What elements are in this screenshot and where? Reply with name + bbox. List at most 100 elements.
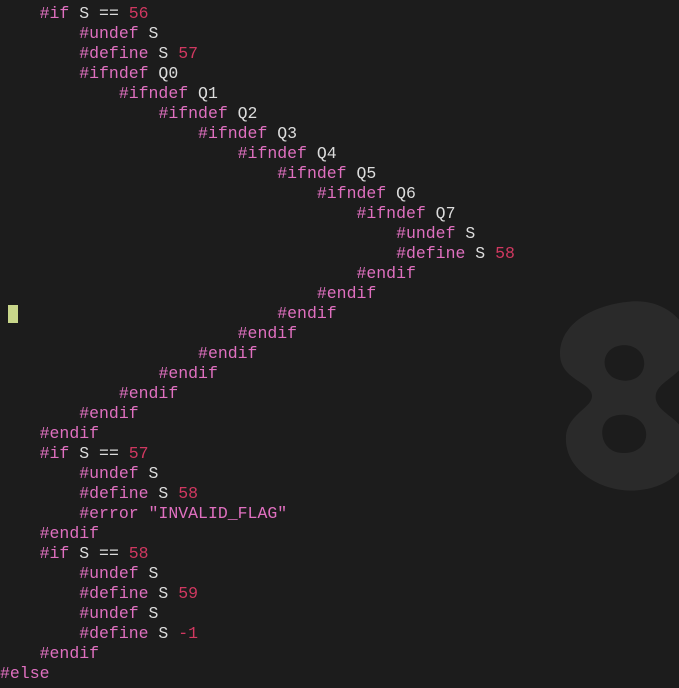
code-token-directive: #ifndef — [198, 124, 268, 143]
code-line[interactable]: #ifndef Q2 — [0, 104, 515, 124]
code-token-ident: Q1 — [188, 84, 218, 103]
code-token-ident: S — [138, 464, 159, 483]
code-token-directive: #if — [39, 4, 70, 23]
code-editor[interactable]: #if S == 56 #undef S #define S 57 #ifnde… — [0, 0, 679, 688]
code-line[interactable]: #if S == 58 — [0, 544, 515, 564]
code-token-num: 57 — [168, 44, 199, 63]
code-token-directive: #undef — [396, 224, 456, 243]
code-token-directive: #endif — [39, 524, 100, 543]
code-token-directive: #undef — [79, 604, 139, 623]
code-token-ident: S — [455, 224, 476, 243]
code-line[interactable]: #if S == 57 — [0, 444, 515, 464]
code-token-directive: #ifndef — [118, 84, 189, 103]
code-line[interactable]: #define S -1 — [0, 624, 515, 644]
code-line[interactable]: #ifndef Q7 — [0, 204, 515, 224]
code-token-directive: #endif — [158, 364, 218, 383]
code-token-directive: #if — [39, 544, 70, 563]
code-token-directive: #define — [79, 624, 149, 643]
code-line[interactable]: #ifndef Q1 — [0, 84, 515, 104]
code-line[interactable]: #define S 57 — [0, 44, 515, 64]
code-token-ident: S — [465, 244, 486, 263]
code-line[interactable]: #define S 59 — [0, 584, 515, 604]
code-token-ident: S — [69, 444, 100, 463]
code-token-ident: S — [138, 24, 159, 43]
code-line[interactable]: #endif — [0, 344, 515, 364]
code-line[interactable]: #endif — [0, 644, 515, 664]
code-token-ident: Q2 — [227, 104, 258, 123]
code-text-area[interactable]: #if S == 56 #undef S #define S 57 #ifnde… — [0, 4, 515, 684]
code-token-directive: #endif — [277, 304, 337, 323]
code-line[interactable]: #define S 58 — [0, 484, 515, 504]
code-token-ident: S — [148, 484, 169, 503]
code-token-directive: #undef — [79, 564, 139, 583]
code-line[interactable]: #ifndef Q5 — [0, 164, 515, 184]
code-token-directive: #endif — [39, 424, 100, 443]
code-token-directive: #endif — [39, 644, 100, 663]
code-line[interactable]: #undef S — [0, 464, 515, 484]
code-token-directive: #else — [0, 664, 50, 683]
code-line[interactable]: #ifndef Q6 — [0, 184, 515, 204]
code-line[interactable]: #undef S — [0, 24, 515, 44]
code-line[interactable]: #ifndef Q4 — [0, 144, 515, 164]
code-line[interactable]: #endif — [0, 284, 515, 304]
code-token-ident: Q5 — [346, 164, 377, 183]
code-line[interactable]: #define S 58 — [0, 244, 515, 264]
code-token-directive: #endif — [237, 324, 298, 343]
code-token-num: 57 — [118, 444, 149, 463]
code-token-ident: S — [138, 604, 159, 623]
code-token-ident: S — [148, 44, 169, 63]
code-token-directive: #endif — [356, 264, 416, 283]
code-line[interactable]: #else — [0, 664, 515, 684]
code-line[interactable]: #endif — [0, 424, 515, 444]
code-token-op: == — [99, 544, 119, 563]
code-line[interactable]: #endif — [0, 384, 515, 404]
code-token-num: -1 — [168, 624, 199, 643]
code-token-ident: Q0 — [148, 64, 179, 83]
code-token-ident: S — [69, 544, 100, 563]
logo-watermark-icon — [560, 301, 679, 491]
code-line[interactable]: #error "INVALID_FLAG" — [0, 504, 515, 524]
code-token-directive: #endif — [79, 404, 139, 423]
code-token-ident: S — [148, 624, 169, 643]
code-token-ident: Q3 — [267, 124, 298, 143]
code-token-directive: #define — [396, 244, 466, 263]
code-token-directive: #endif — [118, 384, 179, 403]
code-token-ident: S — [138, 564, 159, 583]
code-token-num: 58 — [168, 484, 199, 503]
code-line[interactable]: #if S == 56 — [0, 4, 515, 24]
code-line[interactable]: #endif — [0, 324, 515, 344]
code-line[interactable]: #endif — [0, 264, 515, 284]
code-token-directive: #ifndef — [277, 164, 347, 183]
code-line[interactable]: #endif — [0, 304, 515, 324]
code-token-num: 58 — [485, 244, 515, 263]
code-line[interactable]: #ifndef Q0 — [0, 64, 515, 84]
code-line[interactable]: #undef S — [0, 224, 515, 244]
code-token-directive: #ifndef — [356, 204, 426, 223]
code-token-ident: Q4 — [306, 144, 337, 163]
code-line[interactable]: #endif — [0, 364, 515, 384]
code-token-directive: #endif — [316, 284, 377, 303]
code-token-directive: #define — [79, 484, 149, 503]
code-token-directive: #ifndef — [316, 184, 387, 203]
code-token-directive: #undef — [79, 24, 139, 43]
code-line[interactable]: #endif — [0, 404, 515, 424]
code-token-directive: #define — [79, 44, 149, 63]
code-token-directive: #endif — [198, 344, 258, 363]
code-token-ident: Q6 — [386, 184, 416, 203]
code-line[interactable]: #endif — [0, 524, 515, 544]
code-token-ident: Q7 — [425, 204, 456, 223]
code-token-directive: #ifndef — [237, 144, 307, 163]
code-line[interactable]: #undef S — [0, 564, 515, 584]
code-line[interactable]: #undef S — [0, 604, 515, 624]
code-token-num: 58 — [118, 544, 149, 563]
code-token-directive: #ifndef — [158, 104, 228, 123]
code-token-directive: #error — [79, 504, 139, 523]
code-token-directive: #if — [39, 444, 70, 463]
code-token-op: == — [99, 444, 119, 463]
code-token-directive: #ifndef — [79, 64, 149, 83]
code-token-directive: #undef — [79, 464, 139, 483]
code-token-directive: #define — [79, 584, 149, 603]
code-line[interactable]: #ifndef Q3 — [0, 124, 515, 144]
code-token-num: 59 — [168, 584, 199, 603]
code-token-ident: S — [148, 584, 169, 603]
